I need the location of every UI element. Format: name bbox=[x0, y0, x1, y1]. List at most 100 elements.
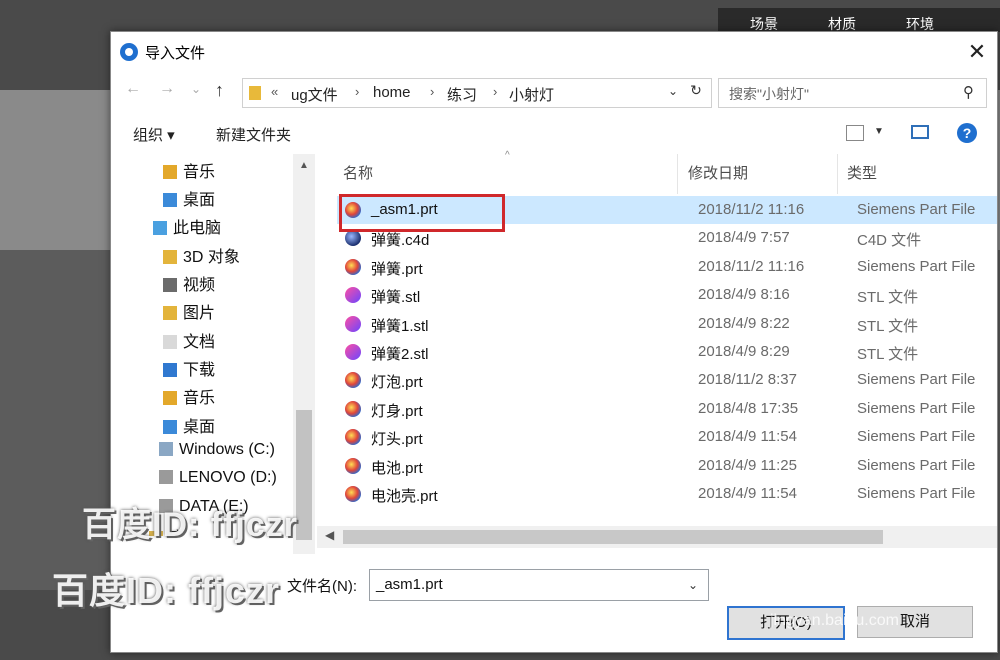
file-type: Siemens Part File bbox=[857, 371, 976, 389]
column-header-date[interactable]: 修改日期 bbox=[688, 162, 748, 183]
app-tabbar: 场景 材质 环境 bbox=[718, 8, 1000, 32]
navigation-row: ← → ⌄ ↑ « ug文件 › home › 练习 › 小射灯 ⌄ ↻ 搜索"… bbox=[111, 74, 997, 110]
breadcrumb-home[interactable]: home bbox=[373, 84, 411, 101]
column-header-type[interactable]: 类型 bbox=[847, 162, 877, 183]
sidebar-item-documents[interactable]: 文档 bbox=[163, 328, 215, 352]
breadcrumb-practice[interactable]: 练习 bbox=[447, 84, 477, 105]
sidebar-item-music[interactable]: 音乐 bbox=[163, 158, 215, 182]
file-date: 2018/11/2 8:37 bbox=[698, 371, 797, 389]
video-folder-icon bbox=[163, 278, 177, 292]
file-name: 弹簧.c4d bbox=[371, 232, 430, 250]
up-button[interactable]: ↑ bbox=[215, 80, 224, 101]
file-name: 电池.prt bbox=[371, 459, 423, 477]
watermark-site: jingyan.baidu.com bbox=[770, 612, 899, 629]
file-name: 灯头.prt bbox=[371, 431, 423, 449]
prt-file-icon bbox=[345, 429, 361, 446]
watermark-text: 百度ID: ffjczr bbox=[82, 506, 298, 544]
filename-label: 文件名(N): bbox=[287, 578, 357, 595]
filename-field[interactable]: _asm1.prt ⌄ bbox=[369, 569, 709, 601]
sidebar-item-videos[interactable]: 视频 bbox=[163, 271, 215, 295]
file-date: 2018/4/9 8:29 bbox=[698, 343, 790, 360]
column-divider[interactable] bbox=[837, 154, 838, 194]
file-type: Siemens Part File bbox=[857, 201, 976, 218]
address-bar[interactable]: « ug文件 › home › 练习 › 小射灯 ⌄ bbox=[242, 78, 712, 108]
file-row[interactable]: 弹簧.prt 2018/11/2 11:16 Siemens Part File bbox=[337, 253, 997, 281]
prt-file-icon bbox=[345, 457, 361, 474]
view-options-icon[interactable] bbox=[846, 125, 864, 141]
new-folder-button[interactable]: 新建文件夹 bbox=[216, 124, 291, 145]
sidebar-item-pictures[interactable]: 图片 bbox=[163, 299, 215, 323]
file-name: 灯泡.prt bbox=[371, 374, 423, 392]
sidebar-item-desktop-2[interactable]: 桌面 bbox=[163, 413, 215, 437]
sidebar-item-downloads[interactable]: 下载 bbox=[163, 356, 215, 380]
breadcrumb-ug[interactable]: ug文件 bbox=[291, 84, 338, 105]
scrollbar-thumb[interactable] bbox=[296, 410, 312, 540]
app-logo-icon bbox=[120, 43, 138, 61]
chevron-down-icon[interactable]: ⌄ bbox=[688, 578, 698, 592]
file-row[interactable]: 电池壳.prt 2018/4/9 11:54 Siemens Part File bbox=[337, 480, 997, 508]
title-bar: 导入文件 ✕ bbox=[111, 32, 997, 72]
toolbar: 组织 ▾ 新建文件夹 ▼ ? bbox=[111, 116, 997, 150]
documents-folder-icon bbox=[163, 335, 177, 349]
file-type: STL 文件 bbox=[857, 317, 919, 335]
column-header-name[interactable]: 名称 bbox=[343, 162, 373, 183]
sidebar-item-3d-objects[interactable]: 3D 对象 bbox=[163, 243, 240, 267]
sidebar-item-drive-c[interactable]: Windows (C:) bbox=[159, 441, 275, 459]
file-type: STL 文件 bbox=[857, 346, 919, 363]
organize-button[interactable]: 组织 ▾ bbox=[133, 124, 175, 145]
sidebar-scrollbar[interactable]: ▲ bbox=[293, 154, 315, 554]
recent-locations-button[interactable]: ⌄ bbox=[191, 82, 201, 96]
file-name: 弹簧1.stl bbox=[371, 317, 429, 335]
prt-file-icon bbox=[345, 372, 361, 389]
file-row[interactable]: 灯身.prt 2018/4/8 17:35 Siemens Part File bbox=[337, 395, 997, 423]
chevron-right-icon: › bbox=[430, 84, 435, 99]
file-row[interactable]: 弹簧.stl 2018/4/9 8:16 STL 文件 bbox=[337, 281, 997, 309]
file-row[interactable]: 电池.prt 2018/4/9 11:25 Siemens Part File bbox=[337, 452, 997, 480]
sidebar-item-music-2[interactable]: 音乐 bbox=[163, 384, 215, 408]
refresh-button[interactable]: ↻ bbox=[685, 81, 707, 103]
folder-icon bbox=[249, 86, 261, 100]
prt-file-icon bbox=[345, 258, 361, 275]
file-date: 2018/4/8 17:35 bbox=[698, 399, 799, 417]
file-date: 2018/4/9 11:54 bbox=[698, 428, 797, 446]
chevron-right-icon: › bbox=[355, 84, 360, 99]
sidebar-item-drive-d[interactable]: LENOVO (D:) bbox=[159, 469, 277, 487]
navigation-pane: 音乐 桌面 此电脑 3D 对象 视频 图片 文档 下载 音乐 桌面 Window… bbox=[111, 154, 315, 536]
file-date: 2018/4/9 8:16 bbox=[698, 286, 790, 304]
breadcrumb-current[interactable]: 小射灯 bbox=[509, 84, 554, 105]
file-name: 灯身.prt bbox=[371, 402, 423, 420]
chevron-down-icon[interactable]: ⌄ bbox=[668, 84, 678, 98]
desktop-folder-icon bbox=[163, 420, 177, 434]
sidebar-item-this-pc[interactable]: 此电脑 bbox=[153, 214, 221, 238]
chevron-right-icon: › bbox=[493, 84, 498, 99]
scrollbar-thumb[interactable] bbox=[343, 530, 883, 544]
sidebar-item-desktop[interactable]: 桌面 bbox=[163, 186, 215, 210]
drive-icon bbox=[159, 470, 173, 484]
file-date: 2018/4/9 11:25 bbox=[698, 456, 797, 474]
file-name: 弹簧.prt bbox=[371, 260, 423, 278]
breadcrumb-overflow[interactable]: « bbox=[271, 84, 278, 99]
forward-button[interactable]: → bbox=[159, 80, 175, 98]
help-button[interactable]: ? bbox=[957, 123, 977, 143]
close-button[interactable]: ✕ bbox=[963, 38, 991, 66]
file-name: 电池壳.prt bbox=[371, 488, 438, 505]
file-row[interactable]: 弹簧2.stl 2018/4/9 8:29 STL 文件 bbox=[337, 338, 997, 366]
computer-icon bbox=[153, 221, 167, 235]
filename-value: _asm1.prt bbox=[376, 576, 443, 593]
column-divider[interactable] bbox=[677, 154, 678, 194]
scroll-up-icon[interactable]: ▲ bbox=[299, 160, 309, 171]
drive-icon bbox=[159, 442, 173, 456]
file-row[interactable]: 灯泡.prt 2018/11/2 8:37 Siemens Part File bbox=[337, 366, 997, 394]
preview-pane-icon[interactable] bbox=[911, 125, 929, 139]
scroll-left-icon[interactable]: ◀ bbox=[325, 528, 334, 542]
horizontal-scrollbar[interactable]: ◀ bbox=[317, 526, 997, 548]
stl-file-icon bbox=[345, 315, 361, 332]
watermark-text: 百度ID: ffjczr bbox=[52, 570, 281, 611]
search-input[interactable]: 搜索"小射灯" ⚲ bbox=[718, 78, 987, 108]
file-row[interactable]: 灯头.prt 2018/4/9 11:54 Siemens Part File bbox=[337, 423, 997, 451]
file-row[interactable]: 弹簧1.stl 2018/4/9 8:22 STL 文件 bbox=[337, 310, 997, 338]
back-button[interactable]: ← bbox=[125, 80, 141, 98]
chevron-down-icon[interactable]: ▼ bbox=[874, 126, 884, 137]
stl-file-icon bbox=[345, 287, 361, 304]
file-date: 2018/4/9 7:57 bbox=[698, 229, 790, 247]
